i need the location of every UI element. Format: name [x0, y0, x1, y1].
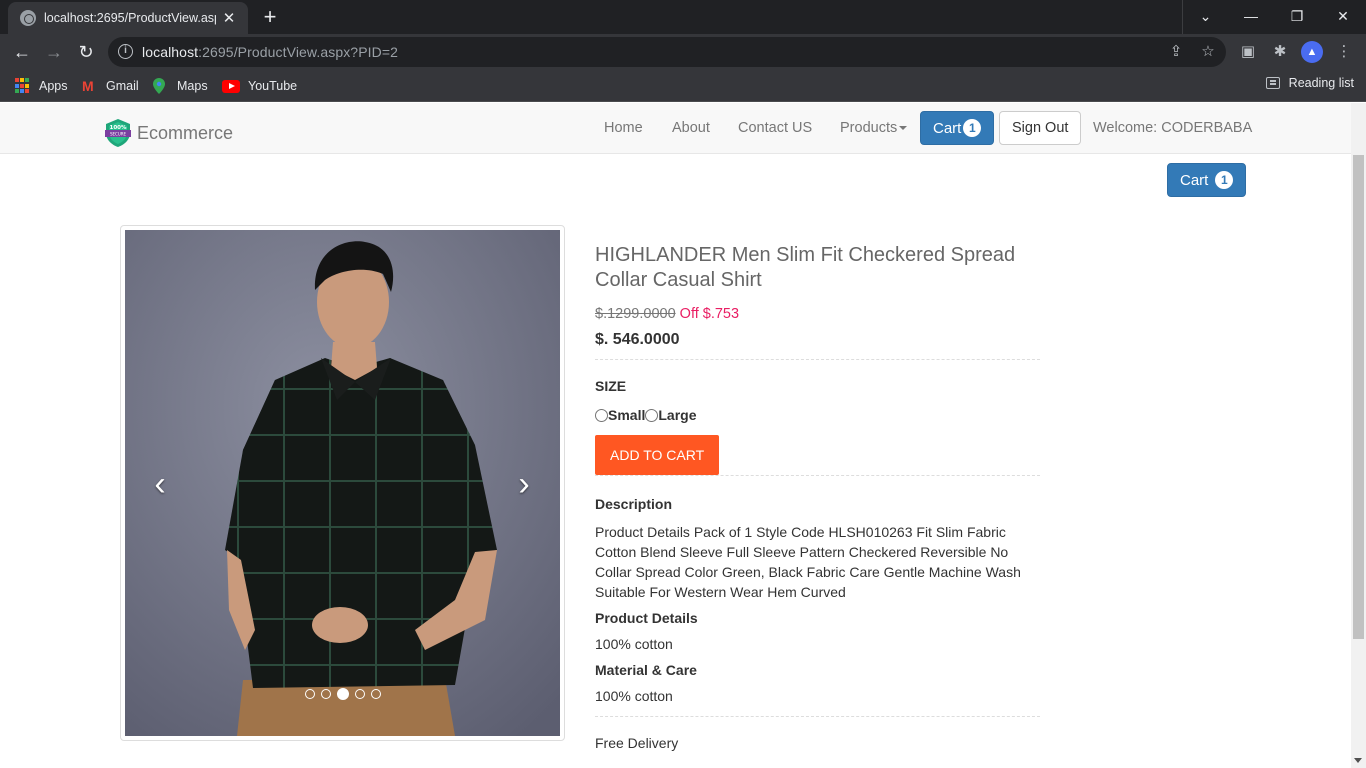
browser-menu-icon[interactable]: ⋮	[1333, 41, 1355, 63]
carousel-indicator-active[interactable]	[337, 688, 349, 700]
size-large-radio[interactable]	[645, 408, 659, 422]
sale-price: $. 546.0000	[595, 331, 680, 348]
divider	[595, 716, 1040, 717]
back-button[interactable]: ←	[9, 39, 35, 65]
nav-cart-button[interactable]: Cart 1	[920, 111, 995, 145]
bookmark-label: Apps	[39, 79, 68, 93]
url-text[interactable]: localhost:2695/ProductView.aspx?PID=2	[142, 44, 398, 60]
forward-button[interactable]: →	[41, 39, 67, 65]
product-image-carousel[interactable]: ‹ ›	[125, 230, 560, 736]
bookmark-label: Gmail	[106, 79, 139, 93]
carousel-indicators	[305, 688, 387, 700]
product-details-text: 100% cotton	[595, 636, 673, 652]
cart-count-badge: 1	[963, 119, 982, 137]
size-label: SIZE	[595, 378, 627, 394]
divider	[595, 359, 1040, 360]
cart-label: Cart	[933, 119, 962, 137]
reading-list-icon	[1265, 77, 1280, 89]
site-navbar: 100% SECURE Ecommerce Home About Contact…	[0, 103, 1351, 154]
reload-button[interactable]: ↻	[73, 39, 99, 65]
minimize-button[interactable]: —	[1228, 0, 1274, 34]
product-photo	[125, 230, 560, 736]
youtube-icon	[222, 79, 240, 93]
nav-products-label: Products	[840, 120, 898, 136]
gmail-icon: M	[82, 78, 94, 94]
page-scrollbar[interactable]	[1351, 103, 1366, 768]
discount-amount: Off $.753	[679, 306, 740, 322]
reading-list-label: Reading list	[1288, 76, 1354, 90]
sign-out-button[interactable]: Sign Out	[999, 111, 1082, 145]
nav-home[interactable]: Home	[604, 120, 643, 136]
browser-tab[interactable]: localhost:2695/ProductView.aspx ✕	[8, 2, 248, 34]
restore-button[interactable]: ❐	[1274, 0, 1320, 34]
nav-about[interactable]: About	[672, 120, 710, 136]
cart-count-badge: 1	[1215, 171, 1234, 189]
product-image-frame: ‹ ›	[120, 225, 565, 741]
reading-list-button[interactable]: Reading list	[1265, 76, 1354, 90]
window-close-button[interactable]: ✕	[1320, 0, 1366, 34]
bookmark-apps[interactable]: Apps	[15, 76, 68, 96]
add-to-cart-button[interactable]: ADD TO CART	[595, 435, 720, 475]
caret-down-icon	[899, 126, 908, 131]
bookmark-youtube[interactable]: YouTube	[222, 76, 297, 96]
close-tab-icon[interactable]: ✕	[220, 9, 238, 27]
divider	[595, 475, 1040, 476]
extensions-puzzle-icon[interactable]: ✱	[1269, 41, 1291, 63]
bookmark-label: Maps	[177, 79, 208, 93]
page-viewport: 100% SECURE Ecommerce Home About Contact…	[0, 103, 1366, 768]
new-tab-button[interactable]: +	[257, 5, 283, 31]
free-delivery-text: Free Delivery	[595, 735, 679, 751]
size-small-label[interactable]: Small	[608, 407, 645, 423]
address-bar[interactable]: i localhost:2695/ProductView.aspx?PID=2 …	[108, 37, 1226, 67]
carousel-indicator[interactable]	[321, 689, 331, 699]
nav-contact[interactable]: Contact US	[738, 120, 812, 136]
chevron-left-icon[interactable]: ‹	[145, 466, 175, 506]
svg-text:SECURE: SECURE	[110, 132, 127, 137]
original-price: $.1299.0000	[595, 306, 676, 322]
maps-pin-icon	[153, 78, 169, 94]
profile-avatar[interactable]: ▲	[1301, 41, 1323, 63]
scroll-down-arrow-icon[interactable]	[1354, 758, 1362, 763]
browser-tab-strip: localhost:2695/ProductView.aspx ✕ + ⌄ — …	[0, 0, 1366, 34]
material-care-heading: Material & Care	[595, 662, 697, 678]
extension-icon[interactable]: ▣	[1237, 41, 1259, 63]
bookmarks-bar: Apps M Gmail Maps YouTube Reading list	[0, 70, 1366, 102]
globe-icon	[20, 10, 36, 26]
product-details-heading: Product Details	[595, 610, 698, 626]
size-large-label[interactable]: Large	[658, 407, 696, 423]
tab-title: localhost:2695/ProductView.aspx	[44, 11, 216, 25]
brand-name: Ecommerce	[137, 122, 234, 143]
brand-link[interactable]: 100% SECURE Ecommerce	[104, 118, 233, 148]
tab-search-button[interactable]: ⌄	[1182, 0, 1228, 34]
size-options: Small Large	[595, 407, 1040, 423]
share-icon[interactable]: ⇪	[1166, 42, 1186, 62]
bookmark-gmail[interactable]: M Gmail	[82, 76, 139, 96]
cart-label: Cart	[1180, 171, 1209, 189]
material-care-text: 100% cotton	[595, 688, 673, 704]
carousel-indicator[interactable]	[371, 689, 381, 699]
apps-grid-icon	[15, 78, 31, 94]
bookmark-star-icon[interactable]: ☆	[1198, 42, 1218, 62]
scrollbar-thumb[interactable]	[1353, 155, 1364, 639]
svg-text:100%: 100%	[110, 125, 127, 131]
description-text: Product Details Pack of 1 Style Code HLS…	[595, 524, 1021, 600]
welcome-text: Welcome: CODERBABA	[1093, 120, 1253, 136]
cart-button[interactable]: Cart 1	[1167, 163, 1247, 197]
site-info-icon[interactable]: i	[118, 44, 133, 59]
description-heading: Description	[595, 496, 673, 512]
bookmark-label: YouTube	[248, 79, 298, 93]
secure-shield-logo: 100% SECURE	[105, 119, 131, 147]
carousel-indicator[interactable]	[305, 689, 315, 699]
chevron-right-icon[interactable]: ›	[509, 466, 539, 506]
product-name: HIGHLANDER Men Slim Fit Checkered Spread…	[595, 244, 1016, 291]
nav-products-dropdown[interactable]: Products	[840, 120, 908, 136]
browser-toolbar: ← → ↻ i localhost:2695/ProductView.aspx?…	[0, 34, 1366, 70]
product-details: HIGHLANDER Men Slim Fit Checkered Spread…	[595, 243, 1040, 751]
bookmark-maps[interactable]: Maps	[153, 76, 208, 96]
size-small-radio[interactable]	[595, 408, 608, 422]
carousel-indicator[interactable]	[355, 689, 365, 699]
price-row: $.1299.0000 Off $.753	[595, 306, 1040, 322]
